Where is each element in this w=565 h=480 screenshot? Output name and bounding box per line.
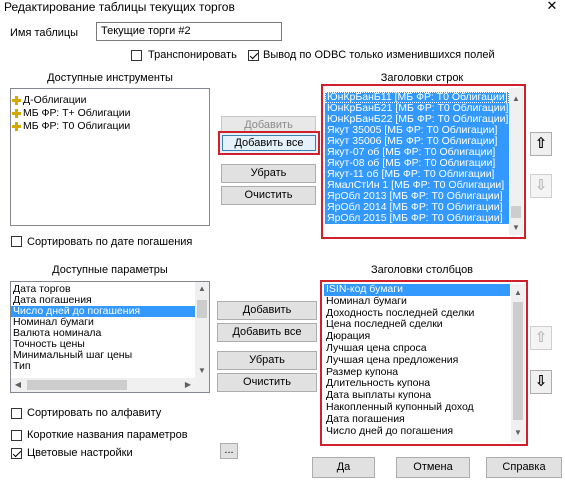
list-item[interactable]: ЮнКрБанБ21 [МБ ФР: Т0 Облигации]: [325, 103, 509, 114]
window-title: Редактирование таблицы текущих торгов: [4, 0, 235, 14]
transpose-label: Транспонировать: [148, 49, 237, 61]
list-item[interactable]: Дата погашения: [324, 414, 510, 426]
remove-param-button[interactable]: Убрать: [217, 351, 317, 370]
help-button[interactable]: Справка: [486, 457, 562, 478]
move-up-icon[interactable]: ⇧: [530, 132, 552, 156]
scroll-thumb[interactable]: [27, 380, 127, 390]
clear-rows-button[interactable]: Очистить: [221, 186, 316, 205]
list-item[interactable]: Лучшая цена предложения: [324, 355, 510, 367]
add-all-rows-button[interactable]: Добавить все: [218, 131, 320, 155]
list-item[interactable]: Валюта номинала: [11, 328, 195, 339]
list-item[interactable]: Число дней до погашения: [11, 306, 195, 317]
move-down-icon[interactable]: ⇩: [530, 174, 552, 198]
ok-button[interactable]: Да: [312, 457, 375, 478]
list-item[interactable]: Дюрация: [324, 331, 510, 343]
list-item[interactable]: Якут 35006 [МБ ФР: Т0 Облигации]: [325, 136, 509, 147]
close-icon[interactable]: ✕: [543, 0, 561, 14]
remove-row-button[interactable]: Убрать: [221, 164, 316, 183]
scroll-thumb[interactable]: [511, 206, 521, 218]
add-all-params-button[interactable]: Добавить все: [217, 323, 317, 342]
short-names-label: Короткие названия параметров: [27, 429, 188, 441]
list-item[interactable]: ЮнКрБанБ11 [МБ ФР: Т0 Облигации]: [325, 92, 509, 103]
list-item[interactable]: Якут-11 об [МБ ФР: Т0 Облигации]: [325, 169, 509, 180]
list-item[interactable]: Якут-07 об [МБ ФР: Т0 Облигации]: [325, 147, 509, 158]
table-name-input[interactable]: Текущие торги #2: [96, 22, 282, 41]
list-item[interactable]: Накопленный купонный доход: [324, 402, 510, 414]
odbc-checkbox[interactable]: [248, 50, 259, 61]
available-instruments-tree[interactable]: Д-Облигации МБ ФР: Т+ Облигации МБ ФР: Т…: [10, 88, 210, 226]
params-vscrollbar[interactable]: ▲ ▼: [195, 282, 209, 378]
tree-item[interactable]: МБ ФР: Т+ Облигации: [11, 107, 209, 120]
column-headers-list[interactable]: ISIN-код бумаги Номинал бумаги Доходность …: [320, 280, 528, 446]
list-item[interactable]: Номинал бумаги: [324, 296, 510, 308]
list-item[interactable]: Якут 35005 [МБ ФР: Т0 Облигации]: [325, 125, 509, 136]
list-item[interactable]: Якут-08 об [МБ ФР: Т0 Облигации]: [325, 158, 509, 169]
list-item[interactable]: Длительность купона: [324, 378, 510, 390]
list-item[interactable]: Цена последней сделки: [324, 319, 510, 331]
list-item[interactable]: Дата торгов: [11, 284, 195, 295]
tree-item[interactable]: МБ ФР: Т0 Облигации: [11, 120, 209, 133]
expand-plus-icon[interactable]: [12, 122, 21, 131]
list-item[interactable]: Номинал бумаги: [11, 317, 195, 328]
sort-maturity-checkbox[interactable]: [11, 236, 22, 247]
add-param-button[interactable]: Добавить: [217, 301, 317, 320]
scroll-down-icon[interactable]: ▼: [509, 221, 523, 235]
list-item[interactable]: Минимальный шаг цены: [11, 350, 195, 361]
list-item[interactable]: Число дней до погашения: [324, 426, 510, 438]
list-item[interactable]: Тип: [11, 361, 195, 372]
list-item[interactable]: ЮнКрБанБ22 [МБ ФР: Т0 Облигации]: [325, 114, 509, 125]
cancel-button[interactable]: Отмена: [396, 457, 470, 478]
list-item[interactable]: Точность цены: [11, 339, 195, 350]
scroll-left-icon[interactable]: ◀: [11, 378, 25, 392]
column-headers-scrollbar[interactable]: ▲ ▼: [511, 284, 525, 442]
scroll-right-icon[interactable]: ▶: [181, 378, 195, 392]
list-item[interactable]: ЯмалСтИн 1 [МБ ФР: Т0 Облигации]: [325, 180, 509, 191]
list-item[interactable]: ЯрОбл 2014 [МБ ФР: Т0 Облигации]: [325, 202, 509, 213]
list-item[interactable]: Лучшая цена спроса: [324, 343, 510, 355]
sort-maturity-label: Сортировать по дате погашения: [27, 236, 193, 248]
row-headers-list[interactable]: ЮнКрБанБ11 [МБ ФР: Т0 Облигации] ЮнКрБанБ…: [321, 84, 526, 239]
move-column-up-icon[interactable]: ⇧: [530, 326, 552, 350]
table-name-label: Имя таблицы: [10, 27, 79, 39]
scroll-up-icon[interactable]: ▲: [195, 282, 209, 296]
expand-plus-icon[interactable]: [12, 96, 21, 105]
available-instruments-header: Доступные инструменты: [47, 72, 173, 84]
list-item[interactable]: Дата выплаты купона: [324, 390, 510, 402]
scroll-thumb[interactable]: [513, 302, 523, 420]
list-item[interactable]: ЯрОбл 2013 [МБ ФР: Т0 Облигации]: [325, 191, 509, 202]
color-settings-more-button[interactable]: ...: [220, 443, 238, 459]
short-names-checkbox[interactable]: [11, 430, 22, 441]
row-headers-scrollbar[interactable]: ▲ ▼: [509, 88, 523, 235]
color-settings-label: Цветовые настройки: [27, 447, 133, 459]
list-item[interactable]: ISIN-код бумаги: [324, 284, 510, 296]
expand-plus-icon[interactable]: [12, 109, 21, 118]
list-item[interactable]: Доходность последней сделки: [324, 308, 510, 320]
tree-item[interactable]: Д-Облигации: [11, 94, 209, 107]
move-column-down-icon[interactable]: ⇩: [530, 370, 552, 394]
scroll-down-icon[interactable]: ▼: [511, 426, 525, 440]
available-params-list[interactable]: Дата торгов Дата погашения Число дней до п…: [10, 281, 210, 393]
list-item[interactable]: Дата погашения: [11, 295, 195, 306]
column-headers-header: Заголовки столбцов: [370, 264, 474, 276]
color-settings-checkbox[interactable]: [11, 448, 22, 459]
scroll-up-icon[interactable]: ▲: [511, 286, 525, 300]
available-params-header: Доступные параметры: [52, 264, 168, 276]
list-item[interactable]: Размер купона: [324, 367, 510, 379]
transpose-checkbox[interactable]: [131, 50, 142, 61]
scroll-up-icon[interactable]: ▲: [509, 92, 523, 106]
odbc-label: Вывод по ODBC только изменившихся полей: [263, 49, 495, 61]
scroll-down-icon[interactable]: ▼: [195, 364, 209, 378]
sort-alpha-checkbox[interactable]: [11, 408, 22, 419]
list-item[interactable]: ЯрОбл 2015 [МБ ФР: Т0 Облигации]: [325, 213, 509, 224]
sort-alpha-label: Сортировать по алфавиту: [27, 407, 162, 419]
clear-params-button[interactable]: Очистить: [217, 373, 317, 392]
params-hscrollbar[interactable]: ◀ ▶: [11, 378, 209, 392]
scroll-thumb[interactable]: [197, 300, 207, 318]
